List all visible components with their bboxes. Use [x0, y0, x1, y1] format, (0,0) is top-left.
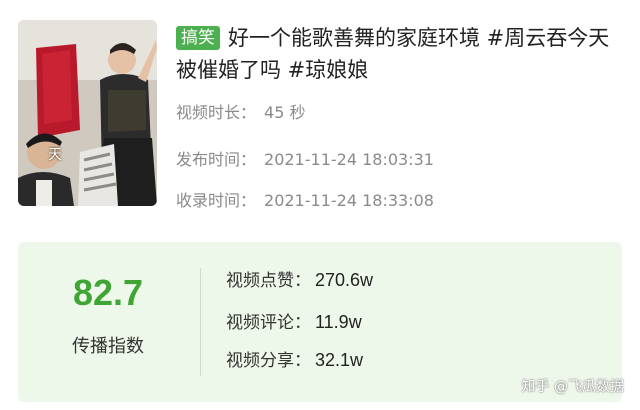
watermark: 知乎 @飞瓜数据 — [521, 379, 624, 395]
video-title[interactable]: 好一个能歌善舞的家庭环境 #周云吞今天被催婚了吗 #琼娘娘 — [176, 26, 609, 82]
video-thumbnail[interactable]: 天 — [18, 20, 157, 206]
likes-label: 视频点赞： — [226, 271, 311, 291]
shares-label: 视频分享： — [226, 351, 311, 371]
comments-label: 视频评论： — [226, 313, 311, 333]
video-title-row: 搞笑 好一个能歌善舞的家庭环境 #周云吞今天被催婚了吗 #琼娘娘 — [176, 22, 626, 86]
record-time-row: 收录时间： 2021-11-24 18:33:08 — [176, 187, 434, 211]
publish-time-row: 发布时间： 2021-11-24 18:03:31 — [176, 146, 434, 170]
duration-value: 45 秒 — [264, 103, 306, 122]
spread-index-label: 传播指数 — [72, 336, 144, 357]
comments-value: 11.9w — [315, 312, 362, 332]
duration-label: 视频时长： — [176, 103, 257, 122]
thumbnail-overlay-text: 天 — [48, 147, 62, 163]
stats-divider — [200, 268, 201, 376]
spread-index-score: 82.7 — [72, 272, 144, 313]
shares-row: 视频分享： 32.1w — [226, 346, 363, 371]
comments-row: 视频评论： 11.9w — [226, 308, 362, 333]
publish-time-label: 发布时间： — [176, 150, 257, 169]
video-thumbnail-image — [18, 20, 157, 206]
record-time-label: 收录时间： — [176, 191, 257, 210]
category-tag[interactable]: 搞笑 — [176, 26, 220, 50]
likes-value: 270.6w — [315, 270, 374, 290]
publish-time-value: 2021-11-24 18:03:31 — [264, 150, 434, 169]
shares-value: 32.1w — [315, 350, 364, 370]
video-stats-page: 天 搞笑 好一个能歌善舞的家庭环境 #周云吞今天被催婚了吗 #琼娘娘 视频时长： 4… — [0, 0, 640, 410]
likes-row: 视频点赞： 270.6w — [226, 266, 373, 291]
record-time-value: 2021-11-24 18:33:08 — [264, 191, 434, 210]
duration-row: 视频时长： 45 秒 — [176, 99, 305, 123]
